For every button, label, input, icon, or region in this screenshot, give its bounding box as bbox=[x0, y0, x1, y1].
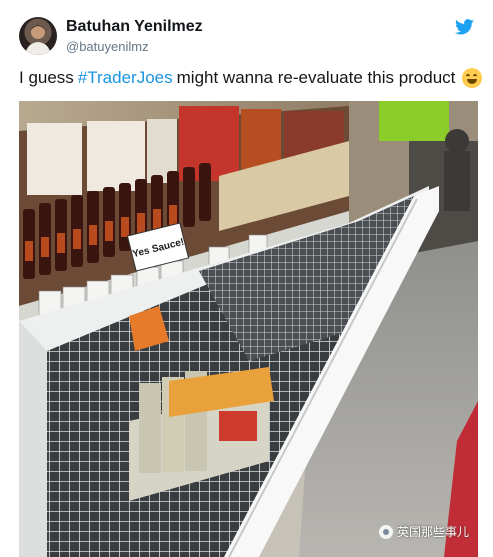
watermark-text: 英国那些事儿 bbox=[397, 525, 470, 539]
twitter-bird-icon[interactable] bbox=[455, 19, 474, 35]
freezer-aisle-illustration: Yes Sauce! bbox=[19, 101, 478, 557]
hashtag-link[interactable]: #TraderJoes bbox=[78, 68, 173, 88]
user-handle[interactable]: @batuyenilmz bbox=[66, 39, 149, 54]
smiling-face-emoji-icon bbox=[462, 68, 483, 88]
tweet-text: I guess #TraderJoes might wanna re-evalu… bbox=[19, 68, 483, 88]
avatar[interactable] bbox=[19, 17, 57, 55]
display-name[interactable]: Batuhan Yenilmez bbox=[66, 18, 203, 36]
tweet-photo[interactable]: Yes Sauce! bbox=[19, 101, 478, 557]
watermark-logo-icon bbox=[379, 524, 393, 539]
watermark: 英国那些事儿 bbox=[379, 523, 469, 540]
tweet-text-before: I guess bbox=[19, 68, 74, 87]
tweet-card: Batuhan Yenilmez @batuyenilmz I guess #T… bbox=[0, 0, 493, 557]
tweet-text-after: might wanna re-evaluate this product bbox=[176, 68, 456, 87]
